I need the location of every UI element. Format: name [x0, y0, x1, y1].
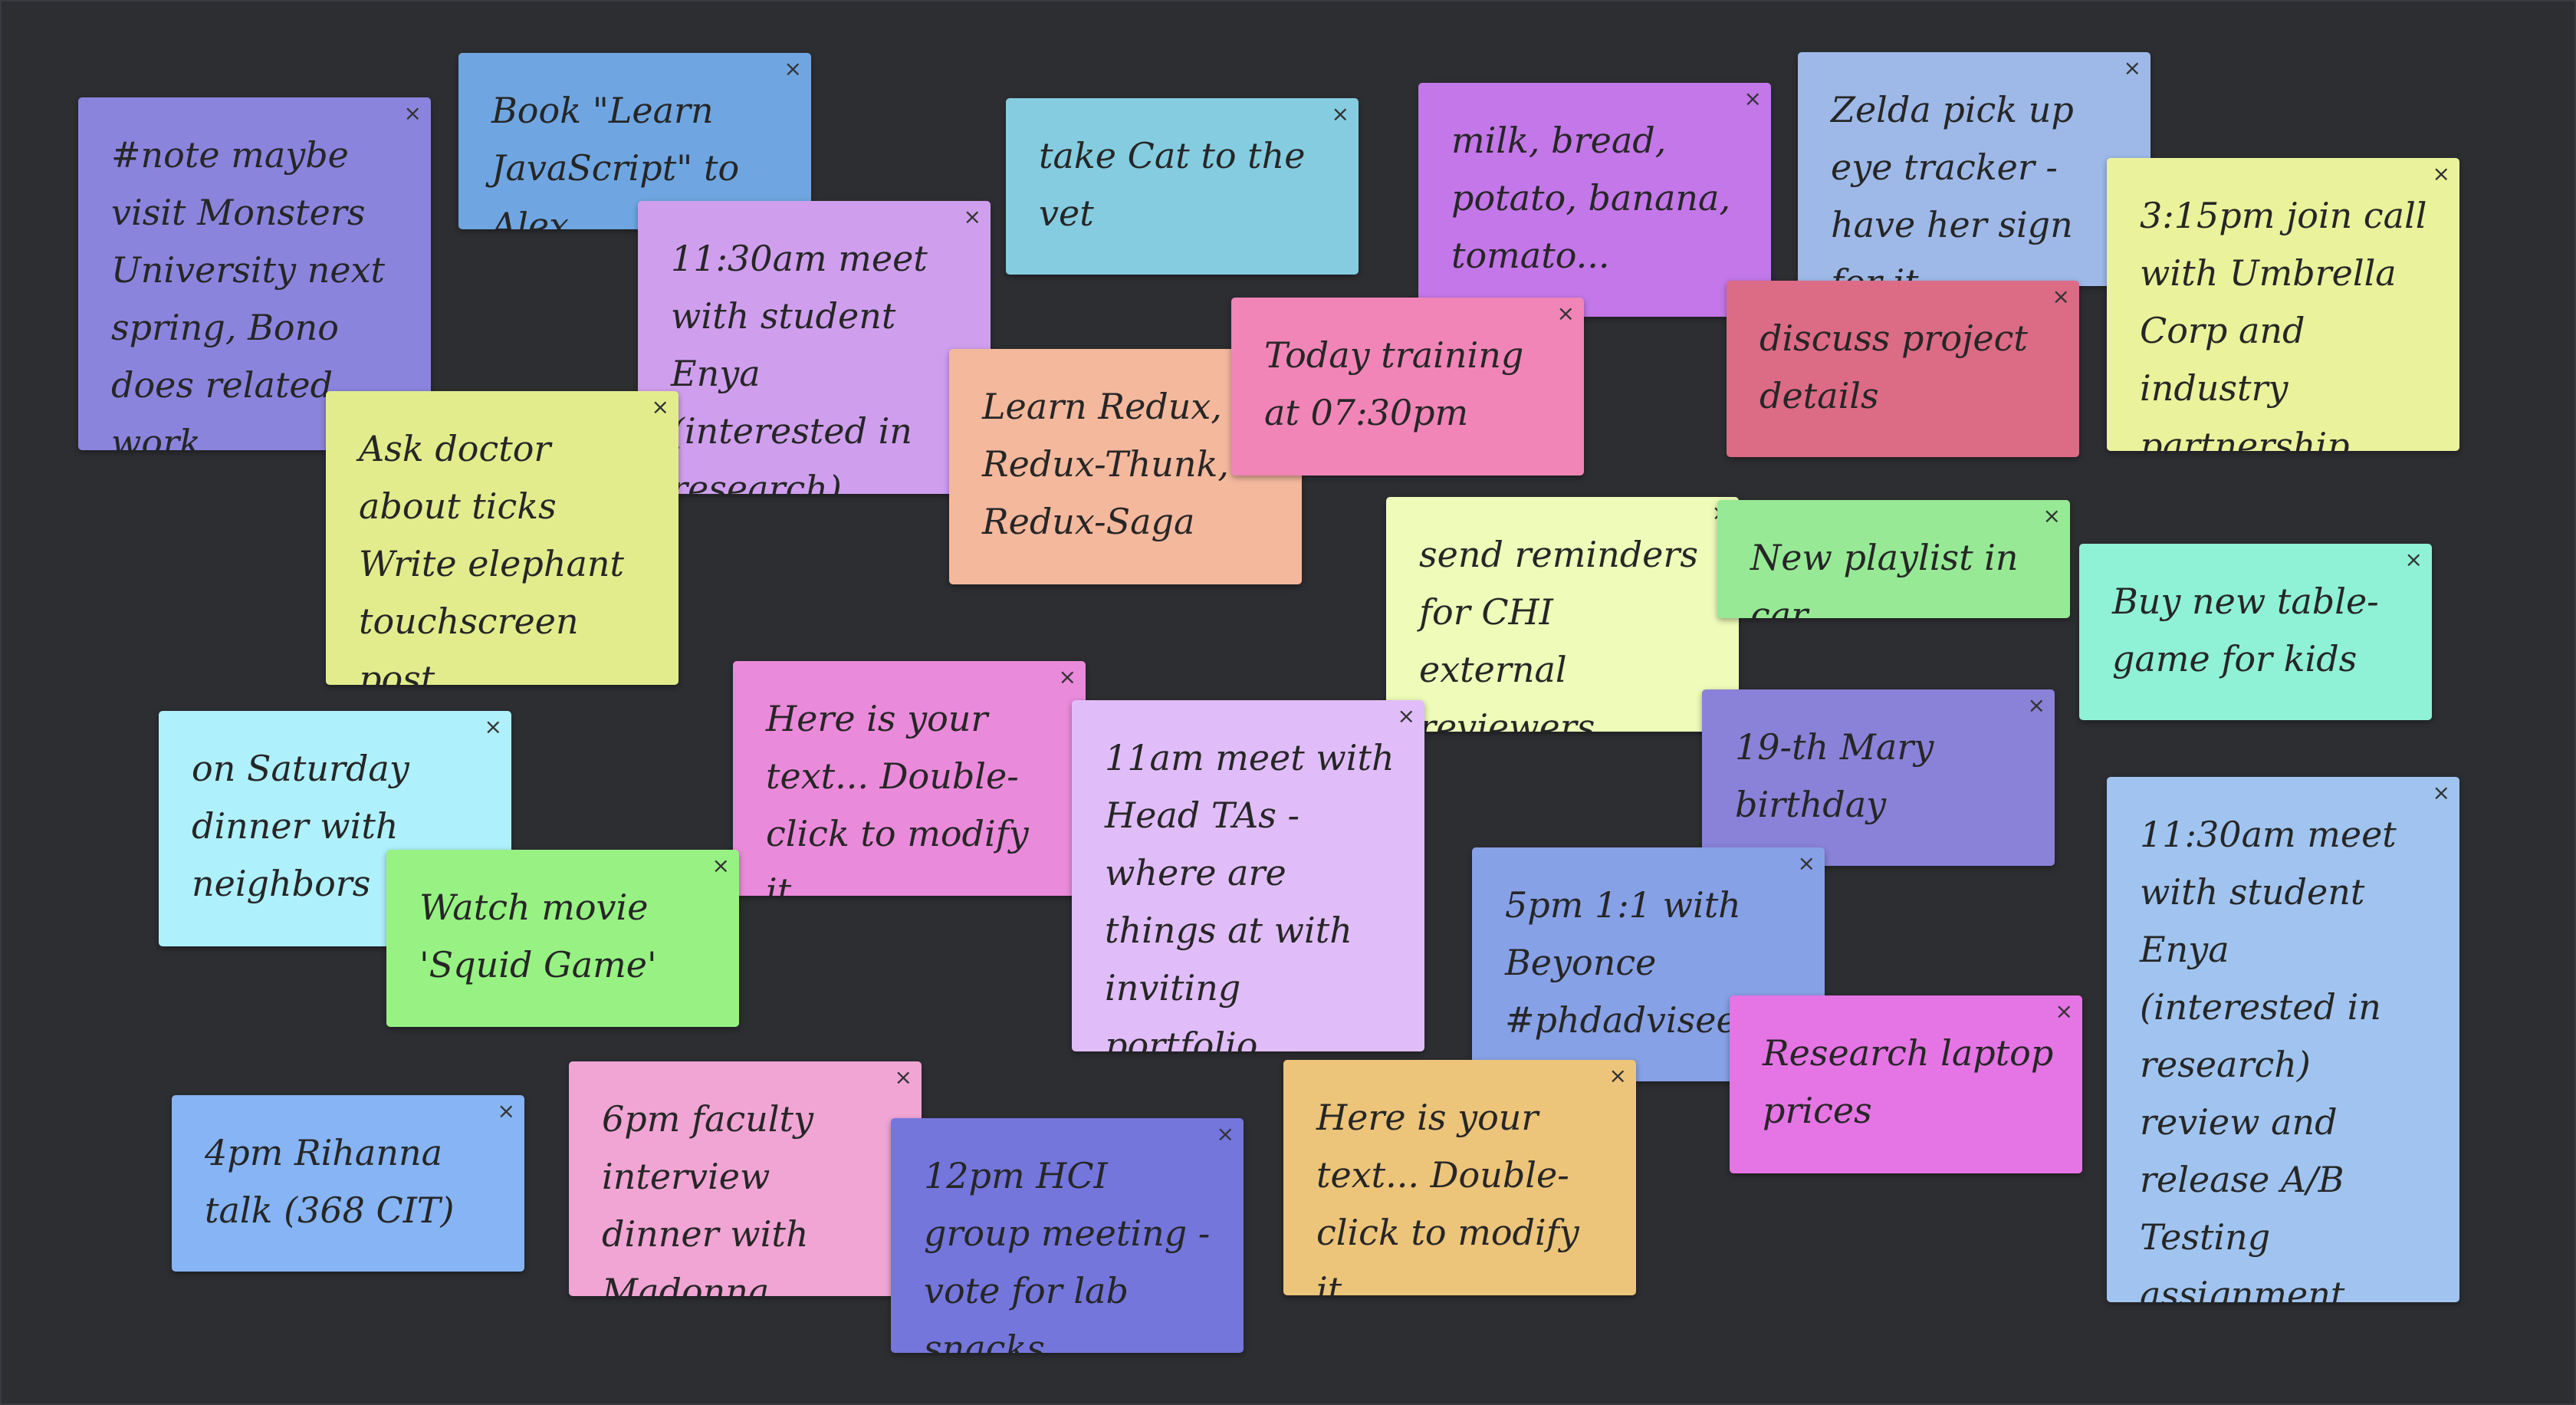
sticky-note[interactable]: × 11:30am meet with student Enya (interes… — [2107, 777, 2459, 1302]
sticky-note[interactable]: × Watch movie 'Squid Game' — [386, 850, 739, 1027]
sticky-note[interactable]: × New playlist in car — [1717, 500, 2070, 618]
note-text[interactable]: 3:15pm join call with Umbrella Corp and … — [2140, 187, 2432, 451]
sticky-note[interactable]: × 11:30am meet with student Enya (interes… — [638, 201, 991, 494]
close-icon[interactable]: × — [2124, 57, 2141, 80]
sticky-note[interactable]: × Today training at 07:30pm — [1231, 298, 1584, 475]
close-icon[interactable]: × — [1557, 302, 1575, 325]
note-text[interactable]: 12pm HCI group meeting - vote for lab sn… — [924, 1147, 1216, 1353]
note-text[interactable]: take Cat to the vet — [1039, 127, 1331, 242]
note-text[interactable]: send reminders for CHI external reviewer… — [1419, 526, 1711, 732]
note-text[interactable]: Today training at 07:30pm — [1264, 327, 1556, 442]
close-icon[interactable]: × — [404, 102, 422, 125]
close-icon[interactable]: × — [2055, 1000, 2073, 1023]
sticky-note[interactable]: × discuss project details — [1727, 281, 2079, 457]
note-text[interactable]: Here is your text... Double-click to mod… — [766, 690, 1058, 896]
sticky-note[interactable]: × 3:15pm join call with Umbrella Corp and… — [2107, 158, 2459, 451]
sticky-notes-board: × #note maybe visit Monsters University n… — [0, 0, 2576, 1405]
close-icon[interactable]: × — [2052, 285, 2070, 308]
note-text[interactable]: 11:30am meet with student Enya (interest… — [671, 230, 963, 494]
close-icon[interactable]: × — [964, 206, 981, 229]
close-icon[interactable]: × — [1217, 1123, 1234, 1146]
close-icon[interactable]: × — [485, 716, 502, 739]
note-text[interactable]: New playlist in car — [1750, 529, 2042, 618]
close-icon[interactable]: × — [1332, 103, 1349, 126]
note-text[interactable]: Learn Redux, Redux-Thunk, Redux-Saga — [982, 378, 1274, 551]
sticky-note[interactable]: × Buy new table-game for kids — [2079, 544, 2432, 720]
close-icon[interactable]: × — [2043, 505, 2061, 528]
note-text[interactable]: Buy new table-game for kids — [2112, 573, 2404, 688]
note-text[interactable]: Zelda pick up eye tracker - have her sig… — [1831, 81, 2123, 286]
close-icon[interactable]: × — [1059, 666, 1076, 689]
note-text[interactable]: Ask doctor about ticks Write elephant to… — [359, 420, 651, 685]
close-icon[interactable]: × — [2405, 548, 2423, 571]
close-icon[interactable]: × — [1798, 852, 1815, 875]
close-icon[interactable]: × — [712, 854, 730, 877]
sticky-note[interactable]: × 12pm HCI group meeting - vote for lab s… — [891, 1118, 1244, 1353]
note-text[interactable]: Here is your text... Double-click to mod… — [1316, 1089, 1608, 1295]
sticky-note[interactable]: × Research laptop prices — [1730, 995, 2082, 1173]
note-text[interactable]: milk, bread, potato, banana, tomato... — [1451, 112, 1743, 285]
note-text[interactable]: 6pm faculty interview dinner with Madonn… — [602, 1091, 894, 1296]
sticky-note[interactable]: × 6pm faculty interview dinner with Madon… — [569, 1061, 922, 1296]
sticky-note[interactable]: × milk, bread, potato, banana, tomato... — [1418, 83, 1771, 317]
close-icon[interactable]: × — [2433, 163, 2450, 186]
note-text[interactable]: 11:30am meet with student Enya (interest… — [2140, 806, 2432, 1302]
sticky-note[interactable]: × 19-th Mary birthday — [1702, 689, 2055, 866]
note-text[interactable]: discuss project details — [1760, 310, 2052, 425]
note-text[interactable]: Research laptop prices — [1763, 1025, 2055, 1140]
note-text[interactable]: 11am meet with Head TAs - where are thin… — [1105, 729, 1397, 1051]
close-icon[interactable]: × — [1609, 1064, 1627, 1087]
close-icon[interactable]: × — [784, 58, 802, 81]
sticky-note[interactable]: ×send reminders for CHI external reviewe… — [1386, 497, 1739, 732]
note-text[interactable]: Watch movie 'Squid Game' — [419, 879, 711, 994]
note-text[interactable]: 4pm Rihanna talk (368 CIT) — [205, 1124, 497, 1239]
close-icon[interactable]: × — [1398, 705, 1415, 728]
close-icon[interactable]: × — [895, 1066, 912, 1089]
sticky-note[interactable]: × 11am meet with Head TAs - where are thi… — [1072, 700, 1424, 1051]
sticky-note[interactable]: × take Cat to the vet — [1006, 98, 1359, 275]
note-text[interactable]: 19-th Mary birthday — [1735, 719, 2027, 834]
close-icon[interactable]: × — [498, 1100, 515, 1123]
sticky-note[interactable]: × Zelda pick up eye tracker - have her si… — [1798, 52, 2150, 286]
sticky-note[interactable]: × Here is your text... Double-click to mo… — [1283, 1060, 1636, 1295]
sticky-note[interactable]: × Here is your text... Double-click to mo… — [733, 661, 1086, 896]
sticky-note[interactable]: × Ask doctor about ticks Write elephant t… — [326, 391, 678, 685]
close-icon[interactable]: × — [1744, 87, 1762, 110]
close-icon[interactable]: × — [2028, 694, 2045, 717]
close-icon[interactable]: × — [2433, 781, 2450, 805]
sticky-note[interactable]: × 4pm Rihanna talk (368 CIT) — [172, 1095, 524, 1272]
close-icon[interactable]: × — [652, 396, 669, 419]
